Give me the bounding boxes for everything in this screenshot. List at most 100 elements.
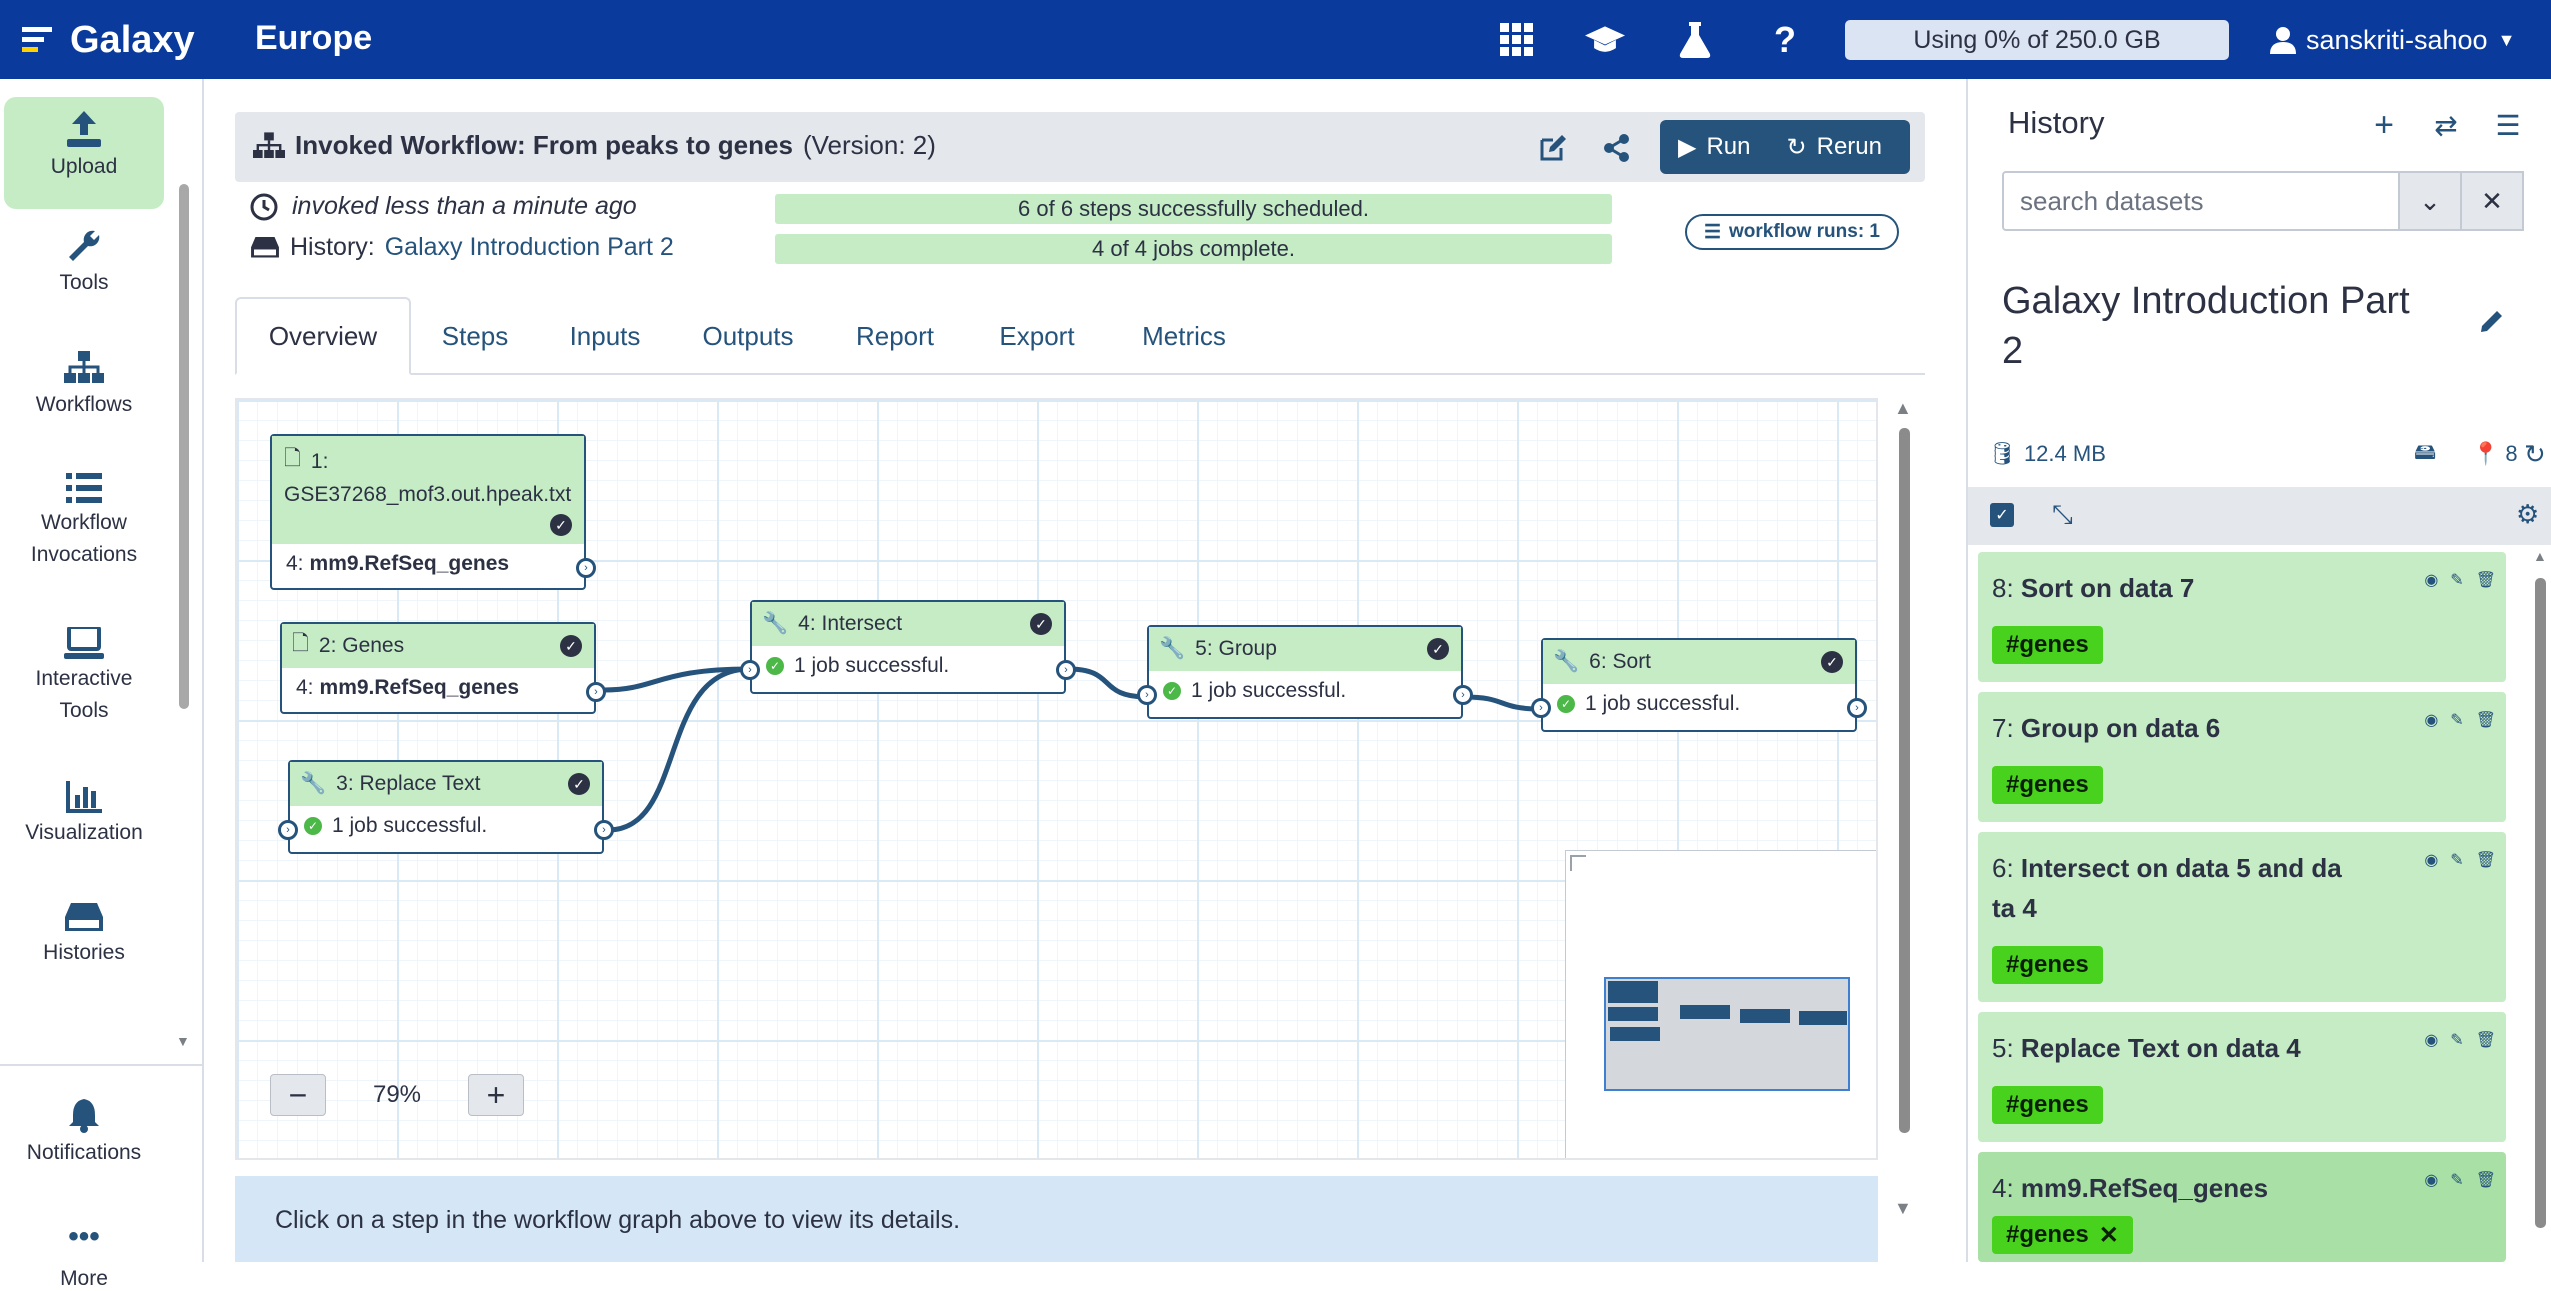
activity-upload[interactable]: Upload (4, 97, 164, 209)
workflow-node-replace-text[interactable]: 🔧 3: Replace Text ✓ ✓ 1 job successful. … (278, 760, 614, 854)
scroll-up-arrow[interactable]: ▲ (2533, 548, 2547, 564)
flask-icon[interactable] (1675, 20, 1715, 60)
workflow-graph-canvas[interactable]: 🗋 1: GSE37268_mof3.out.hpeak.txt ✓ 4: mm… (235, 398, 1878, 1160)
tab-metrics[interactable]: Metrics (1109, 297, 1259, 375)
tag-genes[interactable]: #genes (1992, 766, 2103, 804)
history-dataset-5[interactable]: 5: Replace Text on data 4 ◉ ✎ 🗑 #genes (1978, 1012, 2506, 1142)
minimap-resize-handle[interactable] (1570, 855, 1586, 871)
share-workflow-button[interactable] (1599, 130, 1635, 166)
refresh-icon[interactable]: ↻ (2524, 439, 2546, 470)
eye-icon[interactable]: ◉ (2424, 850, 2438, 870)
output-port[interactable]: › (576, 558, 596, 578)
eye-icon[interactable]: ◉ (2424, 570, 2438, 590)
history-dataset-4[interactable]: 4: mm9.RefSeq_genes ◉ ✎ 🗑 #genes ✕ (1978, 1152, 2506, 1262)
grid-icon[interactable] (1497, 20, 1537, 60)
workflow-runs-badge[interactable]: ☰ workflow runs: 1 (1685, 214, 1899, 250)
scroll-down-arrow[interactable]: ▼ (176, 1033, 190, 1049)
history-dataset-8[interactable]: 8: Sort on data 7 ◉ ✎ 🗑 #genes (1978, 552, 2506, 682)
select-items-checkbox[interactable]: ✓ (1990, 503, 2014, 527)
eye-icon[interactable]: ◉ (2424, 1170, 2438, 1190)
scroll-up-arrow[interactable]: ▲ (1894, 398, 1912, 419)
history-count[interactable]: 📍 8 (2472, 441, 2518, 467)
input-port[interactable]: › (740, 660, 760, 680)
history-link[interactable]: Galaxy Introduction Part 2 (385, 233, 674, 262)
rerun-button[interactable]: ↻ Rerun (1769, 120, 1900, 174)
output-port[interactable]: › (1847, 698, 1867, 718)
help-icon[interactable]: ? (1765, 19, 1805, 60)
workflow-node-group[interactable]: 🔧 5: Group ✓ ✓ 1 job successful. › › (1137, 625, 1473, 719)
history-dataset-7[interactable]: 7: Group on data 6 ◉ ✎ 🗑 #genes (1978, 692, 2506, 822)
activity-tools[interactable]: Tools (4, 229, 164, 295)
user-menu[interactable]: sanskriti-sahoo ▼ (2270, 18, 2515, 62)
pencil-icon[interactable]: ✎ (2450, 1030, 2463, 1050)
trash-icon[interactable]: 🗑 (2476, 570, 2496, 590)
eye-icon[interactable]: ◉ (2424, 710, 2438, 730)
tab-outputs[interactable]: Outputs (671, 297, 825, 375)
input-port[interactable]: › (1531, 698, 1551, 718)
tag-genes[interactable]: #genes (1992, 1086, 2103, 1124)
pencil-icon (2481, 311, 2502, 332)
workflow-node-sort[interactable]: 🔧 6: Sort ✓ ✓ 1 job successful. › › (1531, 638, 1867, 732)
trash-icon[interactable]: 🗑 (2476, 1170, 2496, 1190)
galaxy-logo[interactable]: Galaxy (22, 14, 195, 66)
clear-search-button[interactable]: ✕ (2460, 171, 2524, 231)
trash-icon[interactable]: 🗑 (2476, 850, 2496, 870)
tab-export[interactable]: Export (965, 297, 1109, 375)
job-status: 1 job successful. (1585, 692, 1741, 715)
workflow-minimap[interactable] (1565, 850, 1876, 1158)
output-port[interactable]: › (1453, 685, 1473, 705)
graduation-cap-icon[interactable] (1585, 20, 1625, 60)
activity-invocations[interactable]: Workflow Invocations (4, 473, 164, 567)
input-port[interactable]: › (1137, 685, 1157, 705)
workflow-node-intersect[interactable]: 🔧 4: Intersect ✓ ✓ 1 job successful. › › (740, 600, 1076, 694)
switch-history-button[interactable]: ⇄ (2426, 105, 2466, 145)
history-options-button[interactable]: ☰ (2488, 105, 2528, 145)
tag-genes[interactable]: #genes (1992, 626, 2103, 664)
run-button[interactable]: ▶ Run (1660, 120, 1769, 174)
output-port[interactable]: › (594, 820, 614, 840)
hdd-icon[interactable]: 🖴 (2414, 435, 2436, 473)
output-port[interactable]: › (1056, 660, 1076, 680)
activity-histories[interactable]: Histories (4, 903, 164, 965)
tag-genes-editable[interactable]: #genes ✕ (1992, 1216, 2133, 1254)
activity-interactive-tools[interactable]: Interactive Tools (4, 627, 164, 723)
edit-workflow-button[interactable] (1535, 130, 1571, 166)
tab-inputs[interactable]: Inputs (539, 297, 671, 375)
pencil-icon[interactable]: ✎ (2450, 1170, 2463, 1190)
quota-meter[interactable]: Using 0% of 250.0 GB (1845, 20, 2229, 60)
workflow-node-input-1[interactable]: 🗋 1: GSE37268_mof3.out.hpeak.txt ✓ 4: mm… (270, 434, 596, 590)
create-history-button[interactable]: + (2364, 105, 2404, 145)
history-name[interactable]: Galaxy Introduction Part 2 (2002, 276, 2442, 376)
center-scrollbar[interactable]: ▲ ▼ (1892, 398, 1916, 1224)
history-size[interactable]: 12.4 MB (2024, 441, 2106, 467)
pencil-icon[interactable]: ✎ (2450, 850, 2463, 870)
zoom-out-button[interactable]: − (270, 1074, 326, 1116)
tab-report[interactable]: Report (825, 297, 965, 375)
activity-scrollbar[interactable] (176, 169, 190, 709)
collapse-icon[interactable]: ⤡ (2052, 499, 2073, 531)
eye-icon[interactable]: ◉ (2424, 1030, 2438, 1050)
scroll-down-arrow[interactable]: ▼ (1894, 1198, 1912, 1219)
input-port[interactable]: › (278, 820, 298, 840)
activity-more[interactable]: ••• More (4, 1222, 164, 1291)
activity-workflows[interactable]: Workflows (4, 351, 164, 417)
edit-history-button[interactable] (2478, 307, 2506, 340)
remove-tag-icon[interactable]: ✕ (2099, 1221, 2119, 1250)
pencil-icon[interactable]: ✎ (2450, 570, 2463, 590)
tag-genes[interactable]: #genes (1992, 946, 2103, 984)
history-dataset-6[interactable]: 6: Intersect on data 5 and da ta 4 ◉ ✎ 🗑 #… (1978, 832, 2506, 1002)
pencil-icon[interactable]: ✎ (2450, 710, 2463, 730)
zoom-in-button[interactable]: + (468, 1074, 524, 1116)
workflow-node-genes[interactable]: 🗋 2: Genes ✓ 4: mm9.RefSeq_genes › (280, 622, 606, 714)
gear-icon[interactable]: ⚙ (2516, 499, 2539, 530)
trash-icon[interactable]: 🗑 (2476, 1030, 2496, 1050)
history-scrollbar[interactable]: ▲ (2530, 548, 2550, 1262)
activity-notifications[interactable]: Notifications (4, 1099, 164, 1165)
activity-visualization[interactable]: Visualization (4, 781, 164, 845)
tab-overview[interactable]: Overview (235, 297, 411, 375)
output-port[interactable]: › (586, 682, 606, 702)
history-search-input[interactable]: search datasets (2002, 171, 2402, 231)
advanced-search-button[interactable]: ⌄ (2398, 171, 2462, 231)
tab-steps[interactable]: Steps (411, 297, 539, 375)
trash-icon[interactable]: 🗑 (2476, 710, 2496, 730)
